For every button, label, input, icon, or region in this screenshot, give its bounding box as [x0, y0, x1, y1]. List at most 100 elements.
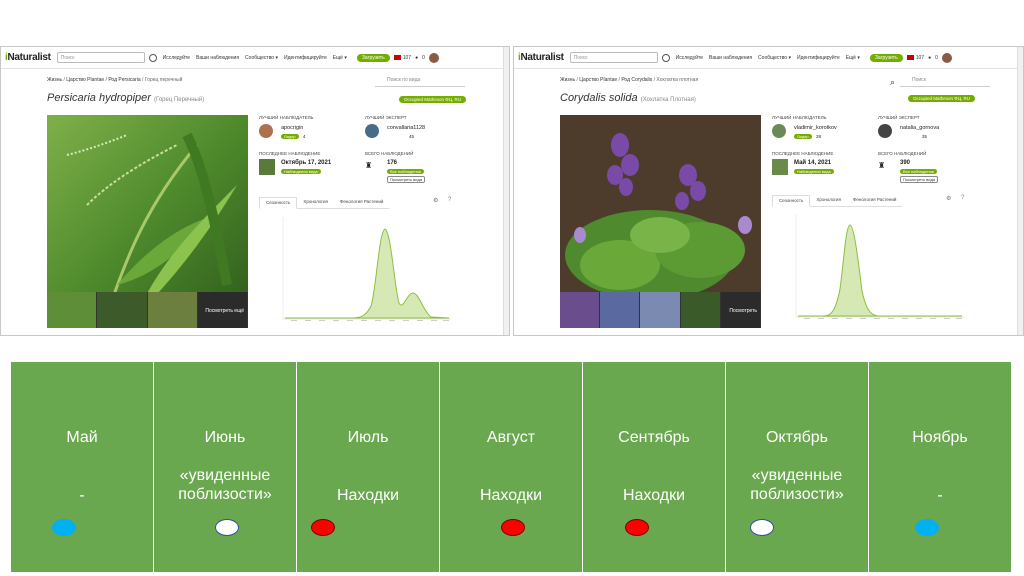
seasonality-chart: [282, 217, 451, 321]
top-identifier-name[interactable]: natalia_gornova: [900, 125, 939, 131]
binoculars-icon[interactable]: [661, 53, 670, 62]
top-identifier-count: 45: [409, 134, 415, 139]
top-identifier-avatar[interactable]: [878, 124, 892, 138]
mail-icon[interactable]: [906, 55, 914, 60]
search-icon[interactable]: ⌕: [890, 77, 895, 88]
chat-icon[interactable]: ●: [415, 55, 418, 61]
place-chip[interactable]: Occupied Matheson ФЦ, RU: [399, 96, 467, 103]
nav-community[interactable]: Сообщество ▾: [245, 55, 278, 61]
taxon-photo[interactable]: Посмотреть ещё: [47, 115, 248, 328]
taxon-title: Corydalis solida (Хохлатка Плотная): [560, 92, 696, 104]
last-observation-date: Октябрь 17, 2021: [281, 160, 332, 166]
gear-icon[interactable]: ⚙: [946, 195, 951, 202]
taxon-title: Persicaria hydropiper (Горец Перечный): [47, 92, 204, 104]
nav-explore[interactable]: Исследуйте: [676, 55, 703, 61]
browser-pane-corydalis: iNaturalist Поиск Исследуйте Ваши наблюд…: [513, 46, 1024, 336]
search-input[interactable]: Поиск: [56, 52, 145, 63]
chat-icon[interactable]: ●: [928, 55, 931, 61]
scrollbar[interactable]: [1017, 47, 1023, 335]
thumbnail[interactable]: [640, 292, 681, 328]
top-identifier-count: 35: [922, 134, 928, 139]
place-chip[interactable]: Occupied Matheson ФЦ, RU: [908, 95, 976, 102]
place-search-input[interactable]: Поиск по вида: [375, 77, 465, 87]
help-icon[interactable]: ?: [448, 197, 451, 203]
top-identifier-name[interactable]: convallaria1128: [387, 125, 425, 131]
breadcrumb-genus[interactable]: Род Corydalis: [621, 77, 652, 83]
tab-seasonality[interactable]: Сезонность: [772, 195, 811, 207]
nav-more[interactable]: Ещё ▾: [333, 55, 347, 61]
breadcrumb-kingdom[interactable]: Царство Plantae: [579, 77, 617, 83]
taxon-stats: Лучший наблюдатель apocrigin Лидер 4 Луч…: [259, 115, 459, 195]
inaturalist-logo[interactable]: iNaturalist: [518, 52, 564, 63]
breadcrumb: Жизнь / Царство Plantae / Род Corydalis …: [560, 77, 699, 83]
breadcrumb-genus[interactable]: Род Persicaria: [108, 77, 140, 83]
place-search-input[interactable]: Поиск: [900, 77, 990, 87]
taxon-photo[interactable]: Посмотреть: [560, 115, 761, 328]
status-dot-blue: [915, 519, 939, 536]
breadcrumb-kingdom[interactable]: Царство Plantae: [66, 77, 104, 83]
thumbnail[interactable]: [560, 292, 601, 328]
month-name: Июль: [347, 429, 389, 446]
nav-identify[interactable]: Идентифицируйте: [284, 55, 327, 61]
all-observations-link[interactable]: Все наблюдения: [387, 169, 424, 174]
month-cell-august: Август Находки: [440, 362, 583, 572]
seasonality-chart: [795, 215, 964, 319]
breadcrumb-life[interactable]: Жизнь: [47, 77, 62, 83]
common-name: (Горец Перечный): [154, 97, 205, 103]
top-observer-avatar[interactable]: [259, 124, 273, 138]
upload-button[interactable]: Загрузить: [869, 53, 903, 62]
month-timeline: Май - Июнь «увиденные поблизости» Июль Н…: [11, 362, 1011, 572]
thumbnail[interactable]: [600, 292, 641, 328]
thumbnail[interactable]: [147, 292, 198, 328]
last-observation-label: Последнее наблюдение: [772, 151, 834, 156]
scrollbar[interactable]: [503, 47, 509, 335]
nav-your-observations[interactable]: Ваши наблюдения: [709, 55, 752, 61]
upload-button[interactable]: Загрузить: [356, 53, 390, 62]
logo-text: Naturalist: [7, 52, 51, 63]
gear-icon[interactable]: ⚙: [433, 197, 438, 204]
top-observer-avatar[interactable]: [772, 124, 786, 138]
nav-identify[interactable]: Идентифицируйте: [797, 55, 840, 61]
help-icon[interactable]: ?: [961, 195, 964, 201]
last-observation-link[interactable]: Наблюдения вида: [794, 169, 834, 174]
tab-history[interactable]: Хронология: [810, 195, 847, 206]
all-observations-link[interactable]: Все наблюдения: [900, 169, 937, 174]
month-name: Октябрь: [765, 429, 828, 446]
tab-phenology[interactable]: Фенология Растений: [334, 197, 389, 208]
search-input[interactable]: Поиск: [569, 52, 658, 63]
view-more-link[interactable]: Посмотреть ещё: [205, 308, 244, 314]
nav-your-observations[interactable]: Ваши наблюдения: [196, 55, 239, 61]
top-observer-name[interactable]: vladimir_korotkov: [794, 125, 837, 131]
top-observer-name[interactable]: apocrigin: [281, 125, 303, 131]
status-dot-red: [625, 519, 649, 536]
tab-history[interactable]: Хронология: [297, 197, 334, 208]
thumbnail[interactable]: [680, 292, 721, 328]
chat-count: 0: [422, 54, 425, 61]
thumbnail[interactable]: [47, 292, 98, 328]
tab-seasonality[interactable]: Сезонность: [259, 197, 298, 209]
binoculars-icon[interactable]: [148, 53, 157, 62]
breadcrumb-life[interactable]: Жизнь: [560, 77, 575, 83]
month-status: «увиденные поблизости»: [750, 467, 844, 503]
last-observation-link[interactable]: Наблюдения вида: [281, 169, 321, 174]
inaturalist-logo[interactable]: iNaturalist: [5, 52, 51, 63]
tab-phenology[interactable]: Фенология Растений: [847, 195, 902, 206]
user-avatar[interactable]: [941, 52, 952, 63]
status-dot-red: [311, 519, 335, 536]
top-identifier-avatar[interactable]: [365, 124, 379, 138]
nav-explore[interactable]: Исследуйте: [163, 55, 190, 61]
view-species-button[interactable]: Посмотреть вида: [900, 176, 939, 183]
month-name: Сентябрь: [618, 429, 690, 446]
view-species-button[interactable]: Посмотреть вида: [387, 176, 426, 183]
breadcrumb-species: Горец перечный: [144, 77, 183, 83]
last-observation-thumb[interactable]: [259, 159, 275, 175]
mail-icon[interactable]: [393, 55, 401, 60]
view-more-link[interactable]: Посмотреть: [729, 308, 757, 314]
mail-count: 107: [402, 54, 412, 61]
nav-community[interactable]: Сообщество ▾: [758, 55, 791, 61]
nav-more[interactable]: Ещё ▾: [846, 55, 860, 61]
thumbnail[interactable]: [97, 292, 148, 328]
chart-tabs: Сезонность Хронология Фенология Растений: [772, 195, 903, 207]
user-avatar[interactable]: [428, 52, 439, 63]
last-observation-thumb[interactable]: [772, 159, 788, 175]
